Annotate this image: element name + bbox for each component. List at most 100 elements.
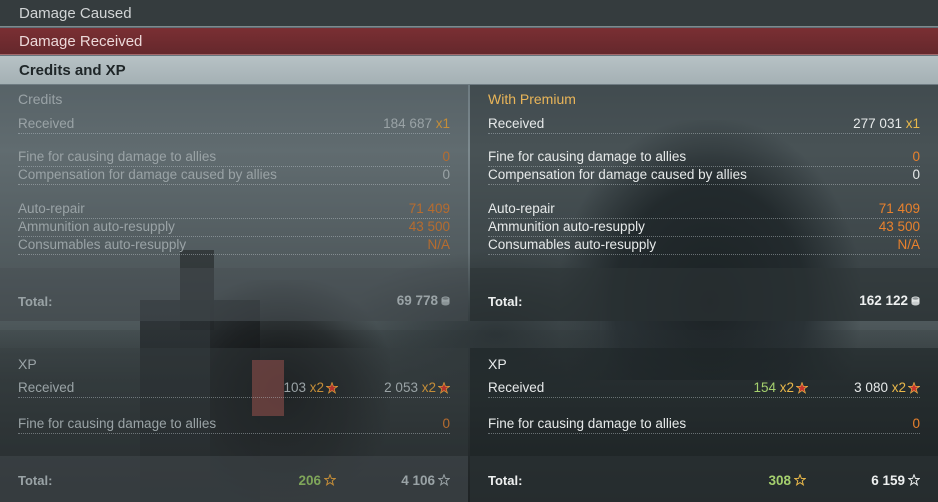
xp-premium-total-row: Total: 308 6 159 (470, 456, 938, 502)
xp-standard-fine-row: Fine for causing damage to allies 0 (18, 416, 450, 434)
xp-premium-received-row: Received 154 x2 3 080 x2 (488, 380, 920, 398)
xp-standard-received-row: Received 103 x2 2 053 x2 (18, 380, 450, 398)
ship-xp-received: 154 x2 (753, 380, 808, 395)
total-value: 69 778 (397, 293, 450, 308)
fine-value: 0 (912, 416, 920, 431)
total-label: Total: (18, 473, 53, 488)
credits-coin-icon (911, 296, 920, 306)
fine-label: Fine for causing damage to allies (18, 149, 217, 164)
auto-repair-value: 71 409 (878, 201, 920, 216)
credits-coin-icon (441, 296, 450, 306)
compensation-value: 0 (912, 167, 920, 182)
credits-premium-title: With Premium (488, 91, 576, 107)
consumables-resupply-label: Consumables auto-resupply (488, 237, 657, 252)
xp-standard-title: XP (18, 356, 37, 372)
total-ship-xp: 308 (768, 473, 806, 488)
auto-repair-value: 71 409 (408, 201, 450, 216)
total-value: 162 122 (859, 293, 920, 308)
received-label: Received (18, 116, 75, 131)
received-amount: 184 687 (383, 116, 432, 131)
auto-repair-label: Auto-repair (488, 201, 555, 216)
credits-premium-compensation-row: Compensation for damage caused by allies… (488, 167, 920, 185)
tab-credits-and-xp-label: Credits and XP (19, 61, 126, 79)
received-value: 277 031 x1 (853, 116, 920, 131)
red-star-medal-icon (908, 382, 920, 394)
total-label: Total: (18, 294, 53, 309)
tab-damage-received[interactable]: Damage Received (0, 28, 938, 55)
total-credits: 69 778 (396, 293, 438, 308)
received-label: Received (488, 380, 545, 395)
xp-value: 3 080 (854, 380, 888, 395)
total-xp-value: 6 159 (871, 473, 905, 488)
total-ship-xp-value: 308 (768, 473, 791, 488)
ship-xp-multiplier: x2 (779, 380, 794, 395)
red-star-medal-icon (796, 382, 808, 394)
xp-star-icon (438, 474, 450, 486)
fine-label: Fine for causing damage to allies (18, 416, 217, 431)
credits-premium-panel: With Premium Received 277 031 x1 Fine fo… (470, 85, 938, 321)
tab-damage-caused[interactable]: Damage Caused (0, 0, 938, 27)
fine-value: 0 (442, 416, 450, 431)
credits-standard-ammo-row: Ammunition auto-resupply 43 500 (18, 219, 450, 237)
tab-damage-caused-label: Damage Caused (19, 4, 132, 22)
xp-value: 2 053 (384, 380, 418, 395)
credits-premium-total-row: Total: 162 122 (470, 268, 938, 321)
credits-standard-fine-row: Fine for causing damage to allies 0 (18, 149, 450, 167)
xp-standard-total-row: Total: 206 4 106 (0, 456, 468, 502)
credits-premium-repair-row: Auto-repair 71 409 (488, 201, 920, 219)
ship-xp-star-icon (324, 474, 336, 486)
ship-xp-received: 103 x2 (283, 380, 338, 395)
credits-standard-repair-row: Auto-repair 71 409 (18, 201, 450, 219)
credits-standard-total-row: Total: 69 778 (0, 268, 468, 321)
xp-premium-title: XP (488, 356, 507, 372)
ship-xp-value: 103 (283, 380, 306, 395)
ship-xp-value: 154 (753, 380, 776, 395)
fine-label: Fine for causing damage to allies (488, 149, 687, 164)
credits-premium-ammo-row: Ammunition auto-resupply 43 500 (488, 219, 920, 237)
total-label: Total: (488, 294, 523, 309)
total-ship-xp-value: 206 (298, 473, 321, 488)
received-multiplier: x1 (435, 116, 450, 131)
ammo-resupply-value: 43 500 (878, 219, 920, 234)
credits-standard-title: Credits (18, 91, 63, 107)
compensation-label: Compensation for damage caused by allies (18, 167, 277, 182)
ship-xp-star-icon (794, 474, 806, 486)
xp-star-icon (908, 474, 920, 486)
credits-standard-consumables-row: Consumables auto-resupply N/A (18, 237, 450, 255)
total-xp: 4 106 (401, 473, 450, 488)
consumables-resupply-value: N/A (897, 237, 920, 252)
fine-value: 0 (442, 149, 450, 164)
total-xp: 6 159 (871, 473, 920, 488)
xp-premium-panel: XP Received 154 x2 3 080 x2 Fine for cau… (470, 348, 938, 502)
xp-premium-fine-row: Fine for causing damage to allies 0 (488, 416, 920, 434)
ammo-resupply-label: Ammunition auto-resupply (18, 219, 175, 234)
credits-premium-received-row: Received 277 031 x1 (488, 116, 920, 134)
red-star-medal-icon (326, 382, 338, 394)
received-value: 184 687 x1 (383, 116, 450, 131)
xp-multiplier: x2 (421, 380, 436, 395)
xp-received: 2 053 x2 (384, 380, 450, 395)
credits-premium-fine-row: Fine for causing damage to allies 0 (488, 149, 920, 167)
total-ship-xp: 206 (298, 473, 336, 488)
credits-standard-compensation-row: Compensation for damage caused by allies… (18, 167, 450, 185)
auto-repair-label: Auto-repair (18, 201, 85, 216)
consumables-resupply-label: Consumables auto-resupply (18, 237, 187, 252)
xp-multiplier: x2 (891, 380, 906, 395)
credits-standard-panel: Credits Received 184 687 x1 Fine for cau… (0, 85, 468, 321)
consumables-resupply-value: N/A (427, 237, 450, 252)
total-credits: 162 122 (859, 293, 908, 308)
red-star-medal-icon (438, 382, 450, 394)
fine-label: Fine for causing damage to allies (488, 416, 687, 431)
received-label: Received (488, 116, 545, 131)
compensation-label: Compensation for damage caused by allies (488, 167, 747, 182)
total-label: Total: (488, 473, 523, 488)
ammo-resupply-label: Ammunition auto-resupply (488, 219, 645, 234)
credits-premium-consumables-row: Consumables auto-resupply N/A (488, 237, 920, 255)
xp-standard-panel: XP Received 103 x2 2 053 x2 Fine for cau… (0, 348, 468, 502)
xp-received: 3 080 x2 (854, 380, 920, 395)
ship-xp-multiplier: x2 (309, 380, 324, 395)
credits-standard-received-row: Received 184 687 x1 (18, 116, 450, 134)
tab-credits-and-xp[interactable]: Credits and XP (0, 56, 938, 84)
compensation-value: 0 (442, 167, 450, 182)
received-label: Received (18, 380, 75, 395)
